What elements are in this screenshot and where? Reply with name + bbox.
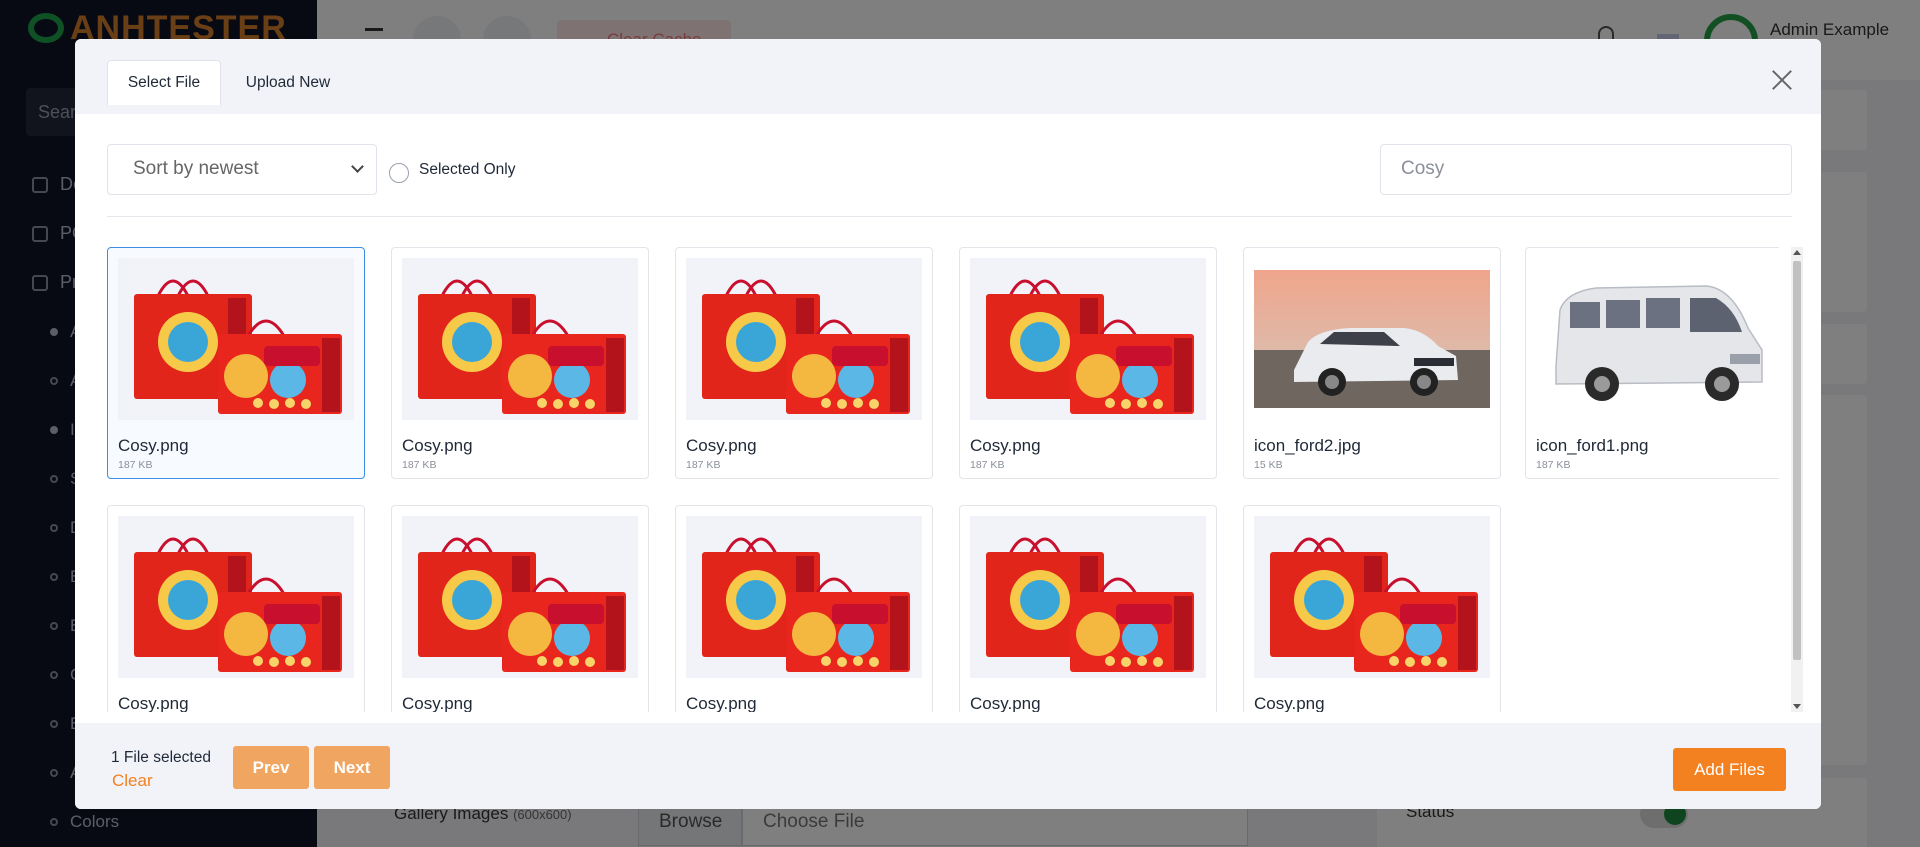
prev-button[interactable]: Prev (233, 746, 309, 789)
file-card[interactable]: Cosy.png (391, 505, 649, 712)
chevron-down-icon (351, 160, 364, 173)
file-card[interactable]: icon_ford1.png 187 KB (1525, 247, 1779, 479)
selected-count: 1 File selected (111, 749, 211, 766)
file-name: Cosy.png (970, 694, 1041, 712)
cosy-gift-box-thumbnail (970, 516, 1206, 678)
cosy-gift-box-thumbnail (686, 258, 922, 420)
file-card[interactable]: Cosy.png 187 KB (107, 247, 365, 479)
file-size: 187 KB (118, 459, 153, 471)
sort-select-value: Sort by newest (133, 158, 259, 179)
cosy-gift-box-thumbnail (1254, 516, 1490, 678)
file-name: Cosy.png (402, 694, 473, 712)
file-name: Cosy.png (402, 436, 473, 455)
file-size: 187 KB (1536, 459, 1571, 471)
selected-only-label: Selected Only (419, 161, 516, 178)
file-card[interactable]: Cosy.png (107, 505, 365, 712)
file-name: Cosy.png (1254, 694, 1325, 712)
add-files-button[interactable]: Add Files (1673, 748, 1786, 791)
tab-upload-new[interactable]: Upload New (228, 60, 348, 105)
file-card[interactable]: Cosy.png 187 KB (959, 247, 1217, 479)
file-name: Cosy.png (686, 694, 757, 712)
file-grid-scrollbar[interactable] (1791, 247, 1803, 712)
file-name: icon_ford1.png (1536, 436, 1649, 455)
selected-only-radio[interactable]: Selected Only (389, 157, 516, 183)
divider (107, 216, 1792, 217)
search-input[interactable]: Cosy (1380, 144, 1792, 195)
scroll-down-icon[interactable] (1793, 704, 1801, 709)
file-card[interactable]: icon_ford2.jpg 15 KB (1243, 247, 1501, 479)
file-name: icon_ford2.jpg (1254, 436, 1361, 455)
cosy-gift-box-thumbnail (402, 258, 638, 420)
sort-select[interactable]: Sort by newest (107, 144, 377, 195)
file-card[interactable]: Cosy.png (675, 505, 933, 712)
file-card[interactable]: Cosy.png 187 KB (391, 247, 649, 479)
file-manager-modal: Select File Upload New Sort by newest Se… (75, 39, 1821, 809)
file-name: Cosy.png (118, 694, 189, 712)
close-icon[interactable] (1771, 69, 1793, 91)
file-card[interactable]: Cosy.png (959, 505, 1217, 712)
tab-select-file[interactable]: Select File (107, 60, 221, 105)
file-size: 187 KB (402, 459, 437, 471)
cosy-gift-box-thumbnail (118, 258, 354, 420)
file-name: Cosy.png (686, 436, 757, 455)
clear-selection-link[interactable]: Clear (112, 771, 153, 791)
cosy-gift-box-thumbnail (118, 516, 354, 678)
scrollbar-thumb[interactable] (1793, 261, 1801, 660)
cosy-gift-box-thumbnail (402, 516, 638, 678)
file-size: 187 KB (970, 459, 1005, 471)
white-suv-photo-thumbnail (1254, 258, 1490, 420)
file-grid: Cosy.png 187 KB Cosy.png 187 KB Cosy.png 187 … (107, 247, 1779, 712)
white-van-thumbnail (1536, 258, 1772, 420)
file-size: 15 KB (1254, 459, 1283, 471)
radio-icon[interactable] (389, 163, 409, 183)
cosy-gift-box-thumbnail (686, 516, 922, 678)
file-name: Cosy.png (970, 436, 1041, 455)
file-card[interactable]: Cosy.png (1243, 505, 1501, 712)
modal-header: Select File Upload New (75, 39, 1821, 114)
cosy-gift-box-thumbnail (970, 258, 1206, 420)
next-button[interactable]: Next (314, 746, 390, 789)
modal-footer: 1 File selected Clear Prev Next Add File… (75, 723, 1821, 809)
scroll-up-icon[interactable] (1793, 250, 1801, 255)
file-card[interactable]: Cosy.png 187 KB (675, 247, 933, 479)
file-name: Cosy.png (118, 436, 189, 455)
file-size: 187 KB (686, 459, 721, 471)
